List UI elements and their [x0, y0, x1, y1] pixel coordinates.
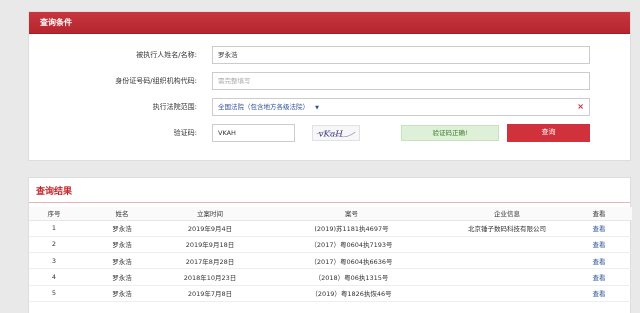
- chevron-down-icon: ▼: [315, 105, 319, 111]
- court-label: 执行法院范围:: [152, 103, 197, 111]
- cell-date: 2019年9月4日: [165, 220, 255, 237]
- cell-date: 2019年7月8日: [165, 285, 255, 302]
- cell-name: 罗永浩: [79, 252, 165, 270]
- cell-no: 1: [29, 220, 79, 237]
- cell-case: （2019）粤1826执恢46号: [255, 285, 448, 302]
- court-select-value: 全国法院（包含地方各级法院）: [218, 103, 309, 111]
- col-header-view: 查看: [566, 207, 632, 221]
- cell-no: 4: [29, 268, 79, 286]
- cell-name: 罗永浩: [79, 236, 165, 254]
- table-row: 3 罗永浩 2017年8月28日 （2017）粤0604执6636号 查看: [29, 252, 632, 270]
- cell-company: [448, 268, 566, 286]
- id-label: 身份证号码/组织机构代码:: [115, 77, 197, 85]
- name-input[interactable]: 罗永浩: [212, 46, 590, 64]
- cell-no: 2: [29, 236, 79, 254]
- cell-company: [448, 285, 566, 302]
- query-panel-header: 查询条件: [29, 12, 630, 34]
- view-link[interactable]: 查看: [566, 220, 632, 237]
- col-header-name: 姓名: [79, 207, 165, 221]
- query-panel-title: 查询条件: [40, 18, 72, 27]
- cell-company: [448, 236, 566, 254]
- cell-date: 2017年8月28日: [165, 252, 255, 270]
- query-panel: 查询条件 被执行人姓名/名称: 罗永浩 身份证号码/组织机构代码: 需完整填写 …: [28, 11, 631, 161]
- cell-name: 罗永浩: [79, 268, 165, 286]
- captcha-image[interactable]: vKaH: [312, 125, 360, 141]
- cell-no: 5: [29, 285, 79, 302]
- view-link[interactable]: 查看: [566, 285, 632, 302]
- captcha-label: 验证码:: [173, 129, 197, 137]
- table-row: 2 罗永浩 2019年9月18日 （2017）粤0604执7193号 查看: [29, 236, 632, 254]
- captcha-status-badge: 验证码正确!: [401, 125, 499, 141]
- results-panel: 查询结果 序号 姓名 立案时间 案号 企业信息 查看 1 罗永浩 2019年9月…: [28, 177, 632, 313]
- cell-case: （2018）粤06执1315号: [255, 268, 448, 286]
- results-title: 查询结果: [36, 187, 73, 197]
- query-button[interactable]: 查询: [507, 124, 590, 142]
- results-table: 序号 姓名 立案时间 案号 企业信息 查看 1 罗永浩 2019年9月4日 (2…: [29, 207, 632, 302]
- cell-company: 北京锤子数码科技有限公司: [448, 220, 566, 237]
- id-row: 身份证号码/组织机构代码: 需完整填写: [29, 72, 630, 90]
- table-row: 5 罗永浩 2019年7月8日 （2019）粤1826执恢46号 查看: [29, 285, 632, 302]
- view-link[interactable]: 查看: [566, 236, 632, 254]
- captcha-text: vKaH: [319, 130, 344, 140]
- col-header-case: 案号: [255, 207, 448, 221]
- col-header-no: 序号: [29, 207, 79, 221]
- results-divider: [29, 202, 630, 203]
- id-input[interactable]: 需完整填写: [212, 72, 590, 90]
- captcha-input[interactable]: VKAH: [212, 124, 295, 142]
- cell-case: （2017）粤0604执7193号: [255, 236, 448, 254]
- cell-name: 罗永浩: [79, 220, 165, 237]
- captcha-row: 验证码: VKAH vKaH 验证码正确! 查询: [29, 124, 630, 142]
- clear-icon[interactable]: ×: [577, 99, 584, 115]
- cell-case: (2019)苏1181执4697号: [255, 220, 448, 237]
- cell-company: [448, 252, 566, 270]
- col-header-company: 企业信息: [448, 207, 566, 221]
- court-select[interactable]: 全国法院（包含地方各级法院） ▼ ×: [212, 98, 590, 116]
- table-row: 4 罗永浩 2018年10月23日 （2018）粤06执1315号 查看: [29, 268, 632, 286]
- cell-name: 罗永浩: [79, 285, 165, 302]
- cell-no: 3: [29, 252, 79, 270]
- view-link[interactable]: 查看: [566, 252, 632, 270]
- col-header-date: 立案时间: [165, 207, 255, 221]
- cell-date: 2019年9月18日: [165, 236, 255, 254]
- table-row: 1 罗永浩 2019年9月4日 (2019)苏1181执4697号 北京锤子数码…: [29, 220, 632, 237]
- view-link[interactable]: 查看: [566, 268, 632, 286]
- captcha-graphic: vKaH: [316, 130, 356, 140]
- court-row: 执行法院范围: 全国法院（包含地方各级法院） ▼ ×: [29, 98, 630, 116]
- name-row: 被执行人姓名/名称: 罗永浩: [29, 46, 630, 64]
- cell-case: （2017）粤0604执6636号: [255, 252, 448, 270]
- cell-date: 2018年10月23日: [165, 268, 255, 286]
- name-label: 被执行人姓名/名称:: [136, 51, 197, 59]
- table-header-row: 序号 姓名 立案时间 案号 企业信息 查看: [29, 207, 632, 221]
